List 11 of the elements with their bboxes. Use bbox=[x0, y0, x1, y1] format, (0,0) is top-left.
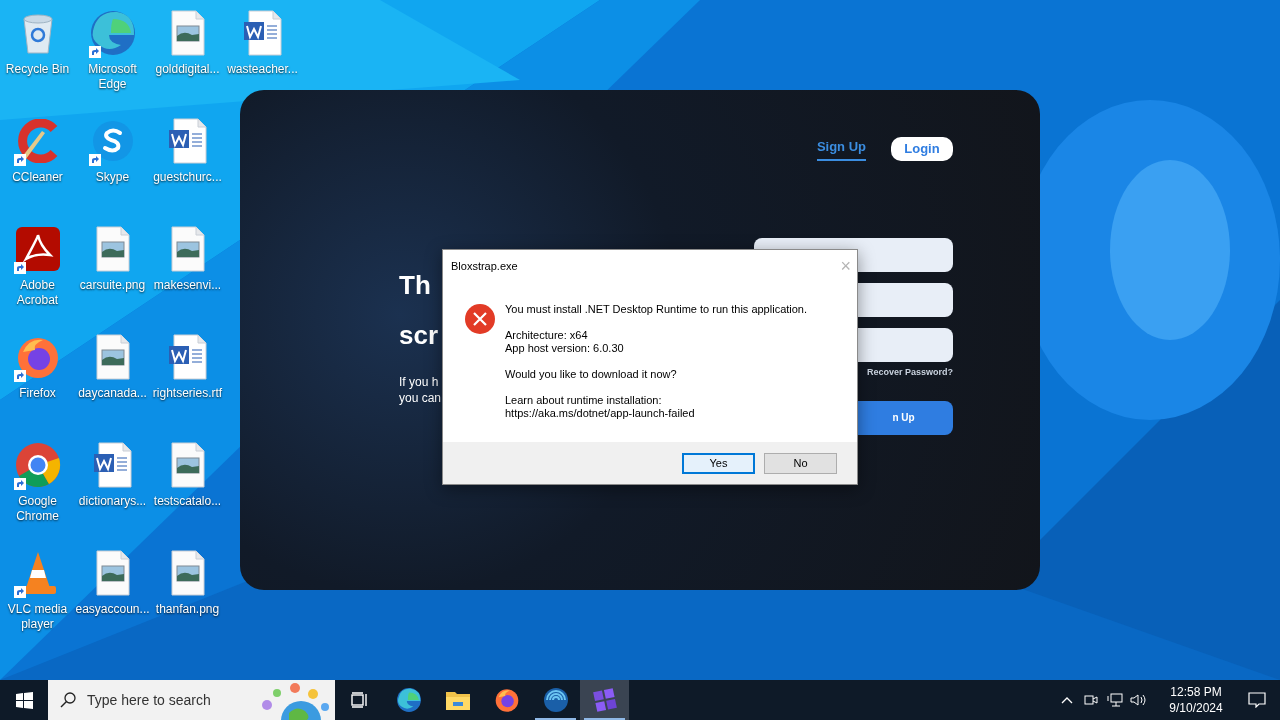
dialog-title: Bloxstrap.exe bbox=[451, 258, 518, 274]
dialog-question: Would you like to download it now? bbox=[505, 368, 678, 381]
heading-text: scr bbox=[399, 319, 439, 352]
heading-text: Th bbox=[399, 269, 431, 302]
intro-text: If you h bbox=[399, 374, 439, 390]
intro-text: you can bbox=[399, 390, 442, 406]
dialog-info: https://aka.ms/dotnet/app-launch-failed bbox=[505, 407, 696, 420]
dialog-detail: Architecture: x64 bbox=[505, 329, 589, 342]
dialog-message: You must install .NET Desktop Runtime to run this application. bbox=[505, 303, 808, 316]
dialog-detail: App host version: 6.0.30 bbox=[505, 342, 625, 355]
dialog-info: Learn about runtime installation: bbox=[505, 394, 663, 407]
